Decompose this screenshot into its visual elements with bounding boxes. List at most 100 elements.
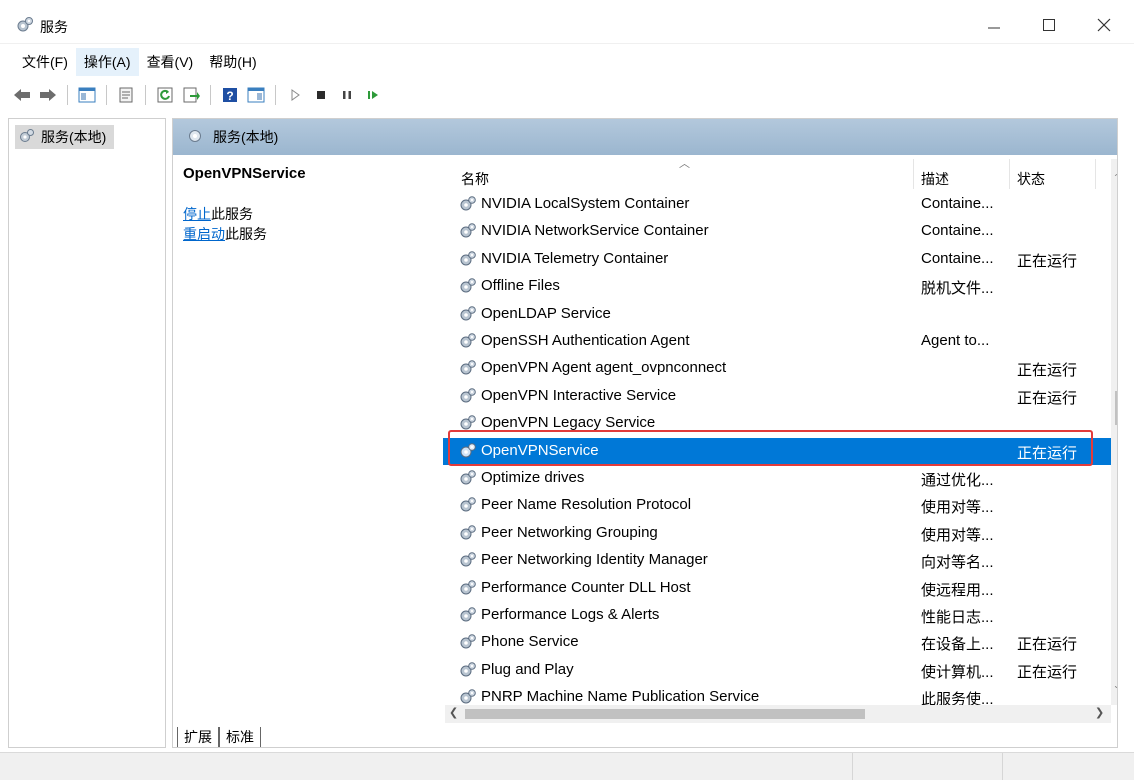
table-row[interactable]: PNRP Machine Name Publication Service 此服务… bbox=[443, 684, 1117, 707]
help-icon[interactable]: ? bbox=[218, 83, 242, 107]
service-name-cell: Offline Files bbox=[481, 277, 560, 295]
table-row[interactable]: NVIDIA NetworkService Container Containe.… bbox=[443, 218, 1117, 245]
service-gear-icon bbox=[459, 496, 477, 514]
column-header-description[interactable]: 描述 bbox=[921, 169, 949, 189]
window-title: 服务 bbox=[40, 19, 68, 35]
service-description-cell: 使远程用... bbox=[921, 581, 994, 599]
refresh-icon[interactable] bbox=[153, 83, 177, 107]
status-bar bbox=[0, 752, 1134, 780]
service-name-cell: Performance Logs & Alerts bbox=[481, 606, 660, 623]
table-row[interactable]: OpenVPN Agent agent_ovpnconnect 正在运行 bbox=[443, 355, 1117, 382]
show-console-tree-icon[interactable] bbox=[75, 83, 99, 107]
title-bar: 服务 bbox=[0, 0, 1134, 44]
column-header-name[interactable]: 名称 bbox=[461, 169, 489, 189]
vertical-scrollbar[interactable] bbox=[1111, 159, 1117, 705]
table-row[interactable]: Plug and Play 使计算机... 正在运行 bbox=[443, 657, 1117, 684]
restart-service-link[interactable]: 重启动 bbox=[183, 226, 225, 242]
service-status-cell: 正在运行 bbox=[1017, 389, 1078, 407]
scroll-up-icon[interactable]: ︿ bbox=[1113, 163, 1118, 178]
table-row[interactable]: Performance Counter DLL Host 使远程用... bbox=[443, 575, 1117, 602]
column-divider[interactable] bbox=[1095, 159, 1096, 189]
pause-service-icon[interactable] bbox=[335, 83, 359, 107]
service-name-cell: PNRP Machine Name Publication Service bbox=[481, 688, 760, 706]
service-description-cell: Containe... bbox=[921, 249, 994, 267]
service-gear-icon bbox=[459, 277, 477, 295]
service-gear-icon bbox=[459, 332, 477, 350]
toolbar: ? bbox=[0, 80, 1134, 110]
toolbar-separator bbox=[67, 85, 68, 105]
table-row[interactable]: OpenSSH Authentication Agent Agent to... bbox=[443, 328, 1117, 355]
column-divider[interactable] bbox=[913, 159, 914, 189]
restart-service-action: 重启动此服务 bbox=[183, 226, 267, 242]
properties-icon[interactable] bbox=[114, 83, 138, 107]
table-row[interactable]: NVIDIA Telemetry Container Containe... 正在运… bbox=[443, 246, 1117, 273]
table-row[interactable]: OpenLDAP Service bbox=[443, 301, 1117, 328]
service-name-cell: NVIDIA NetworkService Container bbox=[481, 222, 709, 240]
service-gear-icon bbox=[459, 250, 477, 268]
minimize-button[interactable] bbox=[972, 8, 1016, 42]
toolbar-separator bbox=[145, 85, 146, 105]
service-gear-icon bbox=[459, 524, 477, 542]
start-service-icon[interactable] bbox=[283, 83, 307, 107]
service-gear-icon bbox=[459, 661, 477, 679]
horizontal-scroll-thumb[interactable] bbox=[465, 709, 865, 719]
table-row[interactable]: Peer Networking Identity Manager 向对等名... bbox=[443, 547, 1117, 574]
table-row[interactable]: Phone Service 在设备上... 正在运行 bbox=[443, 629, 1117, 656]
table-row[interactable]: OpenVPN Interactive Service 正在运行 bbox=[443, 383, 1117, 410]
pane-title: 服务(本地) bbox=[213, 129, 279, 145]
column-divider[interactable] bbox=[1009, 159, 1010, 189]
service-name-cell: NVIDIA Telemetry Container bbox=[481, 249, 669, 267]
close-button[interactable] bbox=[1082, 8, 1126, 42]
table-row[interactable]: Performance Logs & Alerts 性能日志... bbox=[443, 602, 1117, 629]
table-row[interactable]: Peer Networking Grouping 使用对等... bbox=[443, 520, 1117, 547]
service-status-cell: 正在运行 bbox=[1017, 636, 1078, 654]
services-pane: 服务(本地) OpenVPNService 停止此服务 重启动此服务 ︿ 名称 … bbox=[172, 118, 1118, 748]
menu-file[interactable]: 文件(F) bbox=[14, 48, 76, 76]
show-hide-action-pane-icon[interactable] bbox=[244, 83, 268, 107]
service-gear-icon bbox=[459, 195, 477, 213]
service-name-cell: Performance Counter DLL Host bbox=[481, 578, 691, 596]
stop-service-icon[interactable] bbox=[309, 83, 333, 107]
service-gear-icon bbox=[459, 387, 477, 405]
tree-node-label: 服务(本地) bbox=[41, 129, 107, 145]
menu-help[interactable]: 帮助(H) bbox=[201, 48, 264, 76]
export-list-icon[interactable] bbox=[179, 83, 203, 107]
table-row[interactable]: Offline Files 脱机文件... bbox=[443, 273, 1117, 300]
stop-service-action: 停止此服务 bbox=[183, 206, 253, 222]
horizontal-scrollbar[interactable]: ❮ ❯ bbox=[445, 705, 1111, 723]
scroll-right-icon[interactable]: ❯ bbox=[1095, 706, 1104, 719]
vertical-scroll-thumb[interactable] bbox=[1115, 391, 1117, 425]
service-detail-panel: OpenVPNService 停止此服务 重启动此服务 bbox=[183, 165, 433, 244]
column-header-status[interactable]: 状态 bbox=[1017, 169, 1045, 189]
tab-standard[interactable]: 标准 bbox=[219, 727, 261, 747]
service-status-cell: 正在运行 bbox=[1017, 362, 1078, 380]
service-status-cell: 正在运行 bbox=[1017, 252, 1078, 270]
menu-action[interactable]: 操作(A) bbox=[75, 48, 139, 76]
service-name-cell: OpenSSH Authentication Agent bbox=[481, 332, 690, 349]
scroll-left-icon[interactable]: ❮ bbox=[449, 706, 458, 719]
service-name-cell: Peer Name Resolution Protocol bbox=[481, 496, 692, 514]
selection-highlight-annotation bbox=[448, 430, 1093, 466]
service-name-cell: Phone Service bbox=[481, 633, 579, 651]
service-description-cell: 性能日志... bbox=[921, 609, 994, 626]
table-row[interactable]: Optimize drives 通过优化... bbox=[443, 465, 1117, 492]
service-description-cell: Agent to... bbox=[921, 332, 990, 349]
table-row[interactable]: NVIDIA LocalSystem Container Containe... bbox=[443, 191, 1117, 218]
forward-arrow-icon[interactable] bbox=[36, 83, 60, 107]
back-arrow-icon[interactable] bbox=[10, 83, 34, 107]
scroll-down-icon[interactable]: ﹀ bbox=[1113, 683, 1118, 698]
maximize-button[interactable] bbox=[1027, 8, 1071, 42]
service-gear-icon bbox=[459, 579, 477, 597]
tree-node-services-local[interactable]: 服务(本地) bbox=[15, 125, 115, 149]
console-tree: 服务(本地) bbox=[8, 118, 166, 748]
stop-service-link[interactable]: 停止 bbox=[183, 206, 211, 222]
table-row[interactable]: Peer Name Resolution Protocol 使用对等... bbox=[443, 492, 1117, 519]
service-name-cell: OpenVPN Legacy Service bbox=[481, 414, 656, 432]
restart-service-icon[interactable] bbox=[361, 83, 385, 107]
service-gear-icon bbox=[459, 305, 477, 323]
service-gear-icon bbox=[459, 359, 477, 377]
tab-extended[interactable]: 扩展 bbox=[177, 727, 219, 747]
service-status-cell: 正在运行 bbox=[1017, 663, 1078, 681]
pane-header: 服务(本地) bbox=[173, 119, 1117, 155]
menu-view[interactable]: 查看(V) bbox=[139, 48, 202, 76]
